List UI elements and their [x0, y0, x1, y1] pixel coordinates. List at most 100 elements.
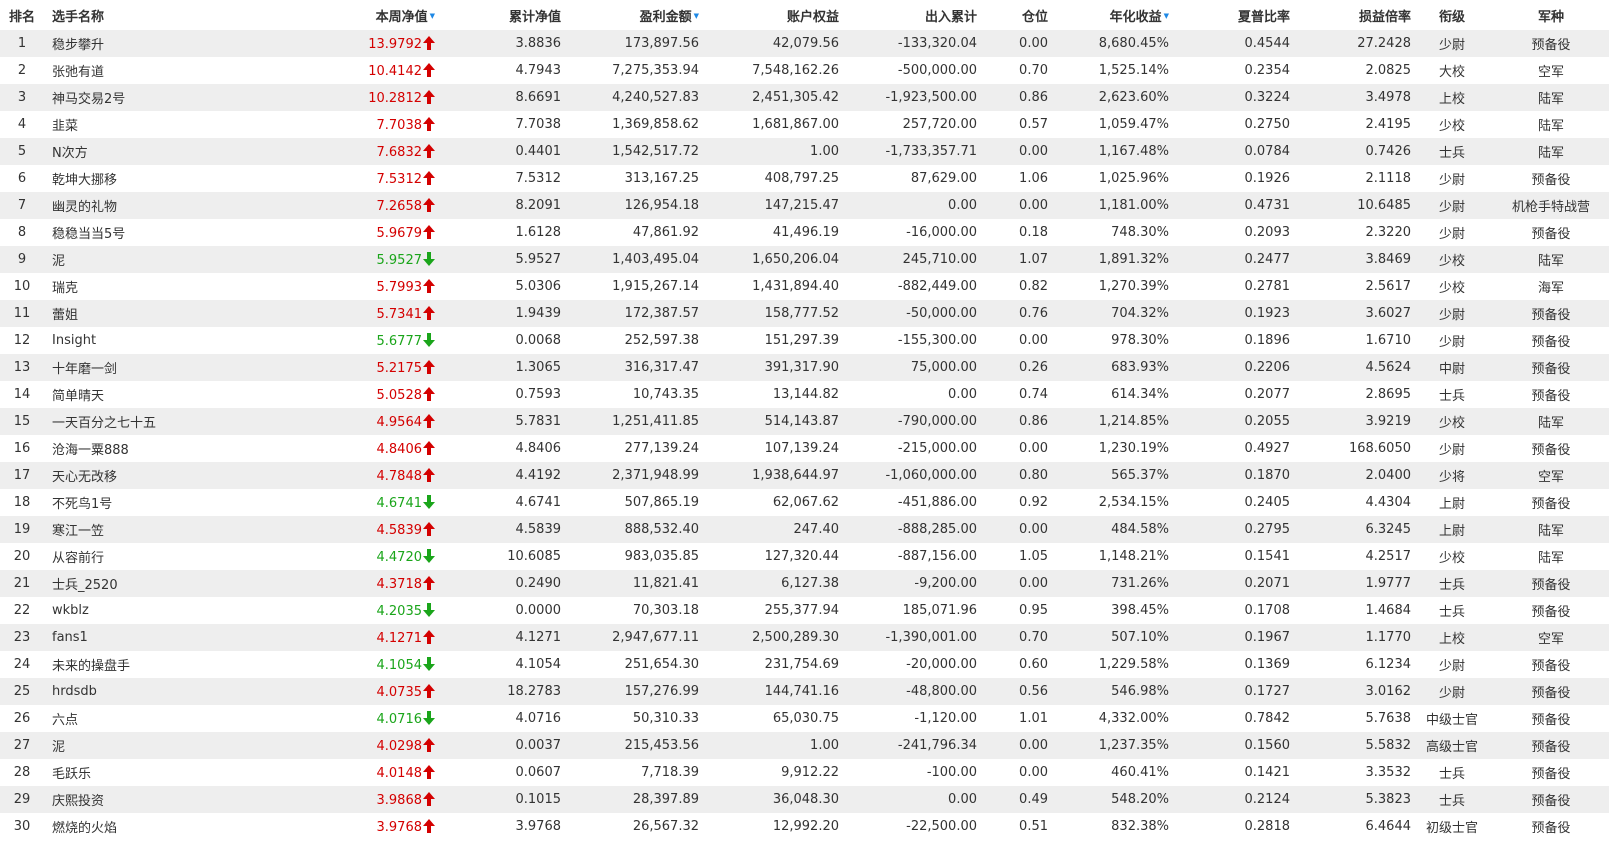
table-row[interactable]: 3 神马交易2号 10.2812 8.6691 4,240,527.83 2,451,30… [0, 84, 1609, 111]
table-row[interactable]: 22 wkblz 4.2035 0.0000 70,303.18 255,377.94 18… [0, 597, 1609, 624]
player-name[interactable]: N次方 [44, 138, 238, 165]
table-row[interactable]: 2 张弛有道 10.4142 4.7943 7,275,353.94 7,548,162.… [0, 57, 1609, 84]
player-name[interactable]: 六点 [44, 705, 238, 732]
table-row[interactable]: 18 不死鸟1号 4.6741 4.6741 507,865.19 62,067.62 -4… [0, 489, 1609, 516]
cum-nav-cell: 4.7943 [435, 57, 561, 84]
player-name[interactable]: 天心无改移 [44, 462, 238, 489]
player-name[interactable]: 稳步攀升 [44, 30, 238, 57]
player-name[interactable]: 庆熙投资 [44, 786, 238, 813]
player-name[interactable]: 沧海一粟888 [44, 435, 238, 462]
player-name[interactable]: 幽灵的礼物 [44, 192, 238, 219]
table-row[interactable]: 7 幽灵的礼物 7.2658 8.2091 126,954.18 147,215.47 0.… [0, 192, 1609, 219]
flow-cell: 87,629.00 [839, 165, 977, 192]
col-header-sharpe[interactable]: 夏普比率 [1169, 0, 1290, 30]
col-header-branch[interactable]: 军种 [1493, 0, 1609, 30]
pl-ratio-cell: 2.0825 [1290, 57, 1411, 84]
table-row[interactable]: 23 fans1 4.1271 4.1271 2,947,677.11 2,500,289… [0, 624, 1609, 651]
player-name[interactable]: 未来的操盘手 [44, 651, 238, 678]
table-row[interactable]: 21 士兵_2520 4.3718 0.2490 11,821.41 6,127.38 -9… [0, 570, 1609, 597]
col-header-profit[interactable]: 盈利金额 ▼ [561, 0, 699, 30]
player-name[interactable]: Insight [44, 327, 238, 354]
flow-cell: -215,000.00 [839, 435, 977, 462]
profit-cell: 507,865.19 [561, 489, 699, 516]
table-row[interactable]: 26 六点 4.0716 4.0716 50,310.33 65,030.75 -1,120… [0, 705, 1609, 732]
position-cell: 0.00 [977, 327, 1048, 354]
table-row[interactable]: 6 乾坤大挪移 7.5312 7.5312 313,167.25 408,797.25 87… [0, 165, 1609, 192]
table-row[interactable]: 15 一天百分之七十五 4.9564 5.7831 1,251,411.85 514,14… [0, 408, 1609, 435]
table-row[interactable]: 20 从容前行 4.4720 10.6085 983,035.85 127,320.44-… [0, 543, 1609, 570]
player-name[interactable]: 神马交易2号 [44, 84, 238, 111]
rank-cell: 8 [0, 219, 44, 246]
player-name[interactable]: 简单晴天 [44, 381, 238, 408]
flow-cell: -500,000.00 [839, 57, 977, 84]
sort-down-icon[interactable]: ▼ [694, 12, 699, 20]
table-row[interactable]: 1 稳步攀升 13.9792 3.8836 173,897.56 42,079.56 -13… [0, 30, 1609, 57]
player-name[interactable]: 从容前行 [44, 543, 238, 570]
annual-cell: 1,525.14% [1048, 57, 1169, 84]
player-name[interactable]: 士兵_2520 [44, 570, 238, 597]
col-header-annual[interactable]: 年化收益 ▼ [1048, 0, 1169, 30]
profit-cell: 7,718.39 [561, 759, 699, 786]
week-nav-cell: 4.3718 [238, 570, 435, 597]
player-name[interactable]: 韭菜 [44, 111, 238, 138]
table-row[interactable]: 28 毛跃乐 4.0148 0.0607 7,718.39 9,912.22 -100.00… [0, 759, 1609, 786]
player-name[interactable]: 十年磨一剑 [44, 354, 238, 381]
col-header-name-label: 选手名称 [52, 9, 105, 25]
equity-cell: 147,215.47 [699, 192, 839, 219]
pl-ratio-cell: 3.6027 [1290, 300, 1411, 327]
player-name[interactable]: 燃烧的火焰 [44, 813, 238, 840]
table-row[interactable]: 8 稳稳当当5号 5.9679 1.6128 47,861.92 41,496.19 -16… [0, 219, 1609, 246]
player-name[interactable]: 瑞克 [44, 273, 238, 300]
player-name[interactable]: 蕾姐 [44, 300, 238, 327]
col-header-pl-ratio[interactable]: 损益倍率 [1290, 0, 1411, 30]
table-row[interactable]: 29 庆熙投资 3.9868 0.1015 28,397.89 36,048.30 0.00… [0, 786, 1609, 813]
player-name[interactable]: 一天百分之七十五 [44, 408, 238, 435]
player-name[interactable]: 稳稳当当5号 [44, 219, 238, 246]
player-name[interactable]: hrdsdb [44, 678, 238, 705]
player-name[interactable]: 毛跃乐 [44, 759, 238, 786]
table-row[interactable]: 10 瑞克 5.7993 5.0306 1,915,267.14 1,431,894.40… [0, 273, 1609, 300]
player-name[interactable]: fans1 [44, 624, 238, 651]
table-row[interactable]: 13 十年磨一剑 5.2175 1.3065 316,317.47 391,317.90 7… [0, 354, 1609, 381]
profit-cell: 47,861.92 [561, 219, 699, 246]
player-name[interactable]: 张弛有道 [44, 57, 238, 84]
arrow-up-icon [423, 305, 435, 320]
player-name[interactable]: wkblz [44, 597, 238, 624]
col-header-equity[interactable]: 账户权益 [699, 0, 839, 30]
annual-cell: 1,025.96% [1048, 165, 1169, 192]
table-row[interactable]: 11 蕾姐 5.7341 1.9439 172,387.57 158,777.52 -50,… [0, 300, 1609, 327]
annual-cell: 1,891.32% [1048, 246, 1169, 273]
table-row[interactable]: 4 韭菜 7.7038 7.7038 1,369,858.62 1,681,867.00 2… [0, 111, 1609, 138]
sort-down-icon[interactable]: ▼ [1164, 12, 1169, 20]
col-header-position[interactable]: 仓位 [977, 0, 1048, 30]
table-row[interactable]: 25 hrdsdb 4.0735 18.2783 157,276.99 144,741.1… [0, 678, 1609, 705]
table-row[interactable]: 14 简单晴天 5.0528 0.7593 10,743.35 13,144.82 0.00… [0, 381, 1609, 408]
col-header-name[interactable]: 选手名称 [44, 0, 238, 30]
col-header-flow[interactable]: 出入累计 [839, 0, 977, 30]
col-header-cum-nav[interactable]: 累计净值 [435, 0, 561, 30]
player-name[interactable]: 不死鸟1号 [44, 489, 238, 516]
sharpe-cell: 0.4731 [1169, 192, 1290, 219]
player-name[interactable]: 寒江一笠 [44, 516, 238, 543]
player-name[interactable]: 泥 [44, 732, 238, 759]
week-nav-cell: 4.0148 [238, 759, 435, 786]
sort-down-icon[interactable]: ▼ [430, 12, 435, 20]
col-header-rank[interactable]: 排名 [0, 0, 44, 30]
table-row[interactable]: 12 Insight 5.6777 0.0068 252,597.38 151,297.3… [0, 327, 1609, 354]
col-header-week-nav[interactable]: 本周净值 ▼ [238, 0, 435, 30]
table-row[interactable]: 5 N次方 7.6832 0.4401 1,542,517.72 1.00 -1,733,3… [0, 138, 1609, 165]
table-row[interactable]: 16 沧海一粟888 4.8406 4.8406 277,139.24 107,139.2… [0, 435, 1609, 462]
table-row[interactable]: 19 寒江一笠 4.5839 4.5839 888,532.40 247.40 -888,2… [0, 516, 1609, 543]
table-row[interactable]: 27 泥 4.0298 0.0037 215,453.56 1.00 -241,796.34… [0, 732, 1609, 759]
table-row[interactable]: 30 燃烧的火焰 3.9768 3.9768 26,567.32 12,992.20 -22… [0, 813, 1609, 840]
flow-cell: -155,300.00 [839, 327, 977, 354]
table-row[interactable]: 17 天心无改移 4.7848 4.4192 2,371,948.99 1,938,644… [0, 462, 1609, 489]
player-name[interactable]: 泥 [44, 246, 238, 273]
table-row[interactable]: 9 泥 5.9527 5.9527 1,403,495.04 1,650,206.04 24… [0, 246, 1609, 273]
week-nav-value: 4.3718 [376, 576, 423, 592]
arrow-up-icon [423, 116, 435, 131]
col-header-grade[interactable]: 衔级 [1411, 0, 1493, 30]
player-name[interactable]: 乾坤大挪移 [44, 165, 238, 192]
position-cell: 0.00 [977, 759, 1048, 786]
table-row[interactable]: 24 未来的操盘手 4.1054 4.1054 251,654.30 231,754.69… [0, 651, 1609, 678]
